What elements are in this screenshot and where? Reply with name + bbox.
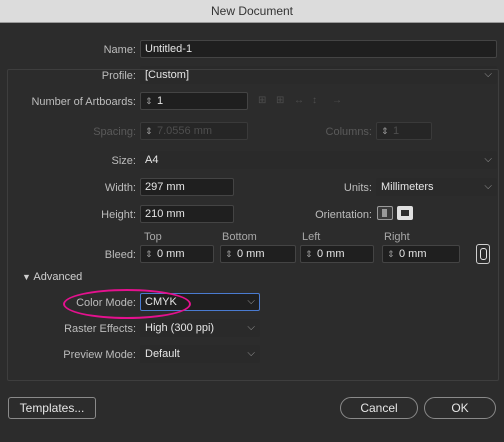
raster-effects-dropdown[interactable]: High (300 ppi) ⌵ (140, 319, 260, 337)
columns-label: Columns: (325, 126, 372, 138)
spacing-label: Spacing: (93, 126, 136, 138)
advanced-toggle[interactable]: ▼ Advanced (22, 271, 82, 283)
chevron-down-icon: ⌵ (484, 181, 492, 192)
link-bleed-icon[interactable] (476, 244, 490, 264)
spacing-input[interactable]: ⇕ 7.0556 mm (140, 122, 248, 140)
orientation-label: Orientation: (315, 209, 372, 221)
color-mode-value: CMYK (145, 296, 177, 308)
arrange-by-column-icon[interactable]: ↕ (312, 95, 317, 106)
units-label: Units: (343, 182, 372, 194)
bleed-bottom-input[interactable]: ⇕ 0 mm (220, 245, 296, 263)
bleed-right-input[interactable]: ⇕ 0 mm (382, 245, 460, 263)
name-label: Name: (103, 44, 136, 56)
stepper-icon: ⇕ (225, 249, 233, 259)
columns-input[interactable]: ⇕ 1 (376, 122, 432, 140)
window-title: New Document (0, 0, 504, 23)
raster-effects-value: High (300 ppi) (145, 322, 215, 334)
raster-effects-label: Raster Effects: (64, 323, 136, 335)
width-input[interactable]: 297 mm (140, 178, 234, 196)
advanced-label: Advanced (33, 271, 83, 283)
bleed-left-input[interactable]: ⇕ 0 mm (300, 245, 374, 263)
chevron-down-icon: ⌵ (247, 322, 255, 333)
bleed-top-label: Top (144, 231, 162, 243)
ok-button[interactable]: OK (424, 397, 496, 419)
color-mode-label: Color Mode: (76, 297, 136, 309)
bleed-left-label: Left (302, 231, 321, 243)
grid-by-column-icon[interactable]: ⊞ (276, 95, 284, 106)
page-shape (401, 210, 409, 216)
new-document-dialog: New Document Name: Untitled-1 Profile: [… (0, 0, 504, 442)
bleed-right-value: 0 mm (399, 248, 427, 260)
chevron-down-icon: ⌵ (247, 296, 255, 307)
bleed-label: Bleed: (104, 249, 136, 261)
landscape-orientation-icon[interactable] (397, 206, 413, 220)
chain-link-shape (480, 248, 487, 260)
spacing-value: 7.0556 mm (157, 125, 213, 137)
size-dropdown[interactable]: A4 ⌵ (140, 151, 497, 169)
cancel-button[interactable]: Cancel (340, 397, 418, 419)
stepper-icon: ⇕ (387, 249, 395, 259)
portrait-orientation-icon[interactable] (377, 206, 393, 220)
stepper-icon: ⇕ (381, 126, 389, 136)
stepper-icon: ⇕ (145, 96, 153, 106)
artboards-stepper[interactable]: ⇕ 1 (140, 92, 248, 110)
templates-button[interactable]: Templates... (8, 397, 96, 419)
bleed-bottom-label: Bottom (222, 231, 257, 243)
artboards-value: 1 (157, 95, 164, 107)
chevron-down-icon: ⌵ (247, 348, 255, 359)
size-value: A4 (145, 154, 159, 166)
bleed-top-value: 0 mm (157, 248, 185, 260)
name-input[interactable]: Untitled-1 (140, 40, 497, 58)
height-label: Height: (101, 209, 136, 221)
bleed-right-label: Right (384, 231, 410, 243)
arrange-by-row-icon[interactable]: ↔ (294, 95, 304, 106)
stepper-icon: ⇕ (145, 249, 153, 259)
stepper-icon: ⇕ (145, 126, 153, 136)
height-input[interactable]: 210 mm (140, 205, 234, 223)
triangle-down-icon: ▼ (22, 272, 31, 282)
color-mode-dropdown[interactable]: CMYK ⌵ (140, 293, 260, 311)
size-label: Size: (111, 155, 136, 167)
stepper-icon: ⇕ (305, 249, 313, 259)
bleed-bottom-value: 0 mm (237, 248, 265, 260)
artboards-label: Number of Artboards: (31, 96, 136, 108)
bleed-left-value: 0 mm (317, 248, 345, 260)
chevron-down-icon: ⌵ (484, 154, 492, 165)
width-label: Width: (104, 182, 136, 194)
preview-mode-dropdown[interactable]: Default ⌵ (140, 345, 260, 363)
preview-mode-value: Default (145, 348, 180, 360)
grid-by-row-icon[interactable]: ⊞ (258, 95, 266, 106)
right-to-left-icon[interactable]: → (332, 95, 342, 106)
units-dropdown[interactable]: Millimeters ⌵ (376, 178, 497, 196)
bleed-top-input[interactable]: ⇕ 0 mm (140, 245, 214, 263)
columns-value: 1 (393, 125, 400, 137)
preview-mode-label: Preview Mode: (63, 349, 136, 361)
units-value: Millimeters (381, 181, 434, 193)
